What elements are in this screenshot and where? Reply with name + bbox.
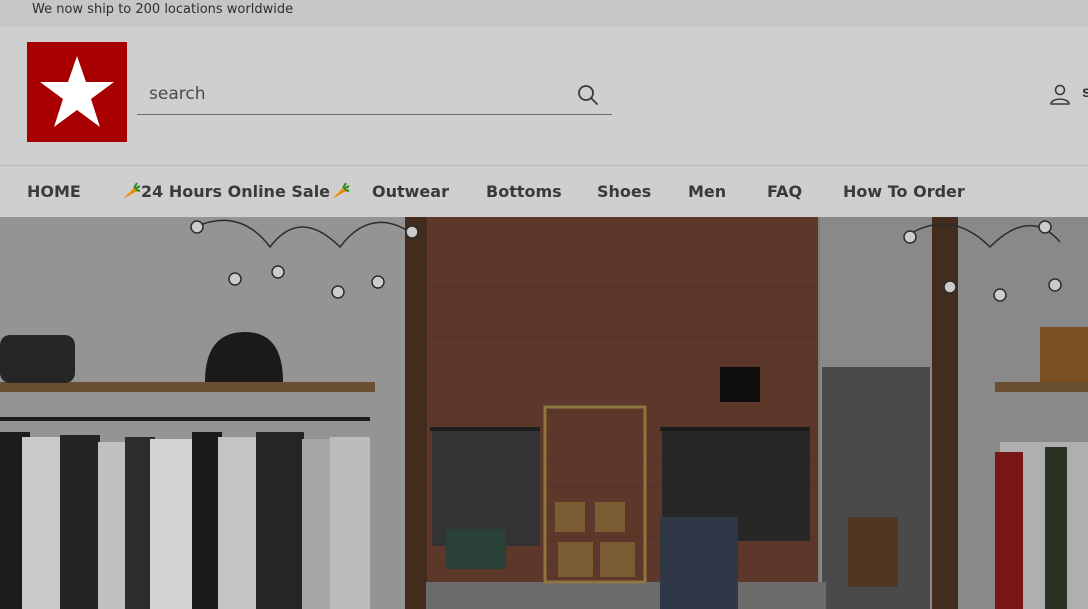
carrot-icon (332, 182, 350, 199)
search-icon[interactable] (576, 83, 600, 107)
nav-item-24-hours-sale[interactable]: 24 Hours Online Sale (121, 182, 350, 201)
nav-item-bottoms[interactable]: Bottoms (486, 182, 562, 201)
site-header: s (0, 26, 1088, 166)
hero-image (0, 217, 1088, 609)
nav-item-shoes[interactable]: Shoes (597, 182, 651, 201)
nav-item-faq[interactable]: FAQ (767, 182, 802, 201)
nav-item-home[interactable]: HOME (27, 182, 81, 201)
announcement-bar: We now ship to 200 locations worldwide (0, 0, 1088, 26)
nav-item-label: 24 Hours Online Sale (141, 182, 331, 201)
brand-logo[interactable] (27, 42, 127, 142)
carrot-icon (123, 182, 141, 199)
search-bar (137, 76, 612, 115)
main-nav: HOME 24 Hours Online Sale Outwear Bottom… (0, 166, 1088, 217)
user-icon (1050, 84, 1070, 105)
account-link[interactable]: s (1048, 82, 1088, 108)
search-input[interactable] (137, 76, 569, 112)
star-icon (40, 56, 114, 127)
announcement-text: We now ship to 200 locations worldwide (32, 2, 294, 17)
hero-banner[interactable] (0, 217, 1088, 609)
nav-item-outwear[interactable]: Outwear (372, 182, 449, 201)
nav-item-men[interactable]: Men (688, 182, 726, 201)
account-label: s (1082, 84, 1088, 101)
nav-item-how-to-order[interactable]: How To Order (843, 182, 965, 201)
